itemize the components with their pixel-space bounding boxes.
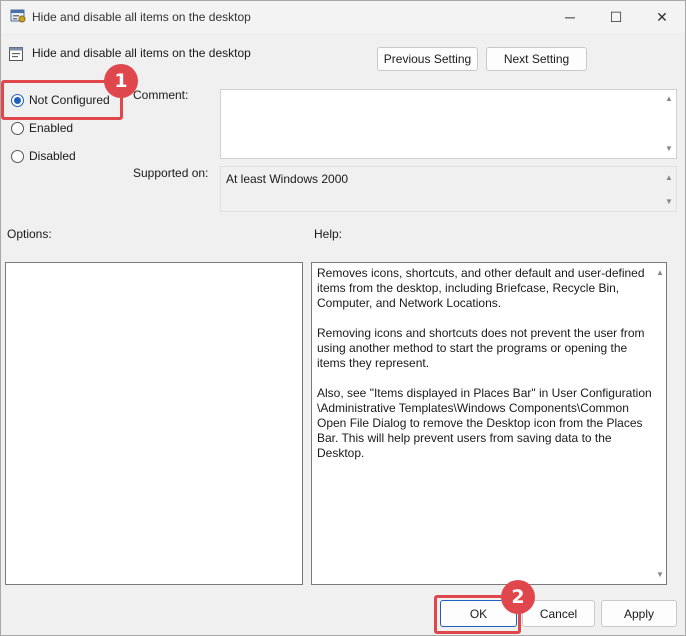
scroll-down-icon[interactable]: ▼ <box>655 570 665 580</box>
policy-dialog-window: Hide and disable all items on the deskto… <box>0 0 686 636</box>
radio-disabled[interactable]: Disabled <box>11 148 76 164</box>
supported-on-value: At least Windows 2000 <box>226 172 349 186</box>
minimize-button[interactable]: ─ <box>547 1 593 33</box>
scroll-up-icon[interactable]: ▲ <box>664 94 674 104</box>
scroll-up-icon[interactable]: ▲ <box>664 173 674 183</box>
supported-on-label: Supported on: <box>133 166 209 180</box>
window-title: Hide and disable all items on the deskto… <box>32 10 251 24</box>
scroll-up-icon[interactable]: ▲ <box>655 268 665 278</box>
options-panel <box>5 262 303 585</box>
radio-label: Enabled <box>29 121 74 135</box>
radio-label: Disabled <box>29 149 76 163</box>
next-setting-button[interactable]: Next Setting <box>486 47 587 71</box>
close-button[interactable]: ✕ <box>639 1 685 33</box>
help-panel[interactable]: Removes icons, shortcuts, and other defa… <box>311 262 667 585</box>
maximize-button[interactable]: ☐ <box>593 1 639 33</box>
apply-button[interactable]: Apply <box>601 600 677 627</box>
policy-settings-icon <box>10 8 26 24</box>
radio-button[interactable] <box>11 149 24 163</box>
scroll-down-icon[interactable]: ▼ <box>664 144 674 154</box>
title-bar[interactable]: Hide and disable all items on the deskto… <box>1 1 685 33</box>
minimize-icon: ─ <box>565 9 575 25</box>
close-icon: ✕ <box>656 8 668 25</box>
policy-document-icon <box>8 46 24 62</box>
help-text: Removes icons, shortcuts, and other defa… <box>317 266 652 460</box>
policy-name: Hide and disable all items on the deskto… <box>32 46 251 60</box>
options-label: Options: <box>7 227 52 241</box>
maximize-icon: ☐ <box>609 8 623 25</box>
previous-setting-button[interactable]: Previous Setting <box>377 47 478 71</box>
comment-field[interactable]: ▲ ▼ <box>220 89 677 159</box>
comment-label: Comment: <box>133 88 189 102</box>
radio-enabled[interactable]: Enabled <box>11 120 73 136</box>
help-label: Help: <box>314 227 343 241</box>
radio-button[interactable] <box>11 121 24 135</box>
supported-on-field[interactable]: At least Windows 2000 ▲ ▼ <box>220 166 677 212</box>
step-1-marker: 1 <box>104 64 138 98</box>
step-2-marker: 2 <box>501 580 535 614</box>
scroll-down-icon[interactable]: ▼ <box>664 197 674 207</box>
